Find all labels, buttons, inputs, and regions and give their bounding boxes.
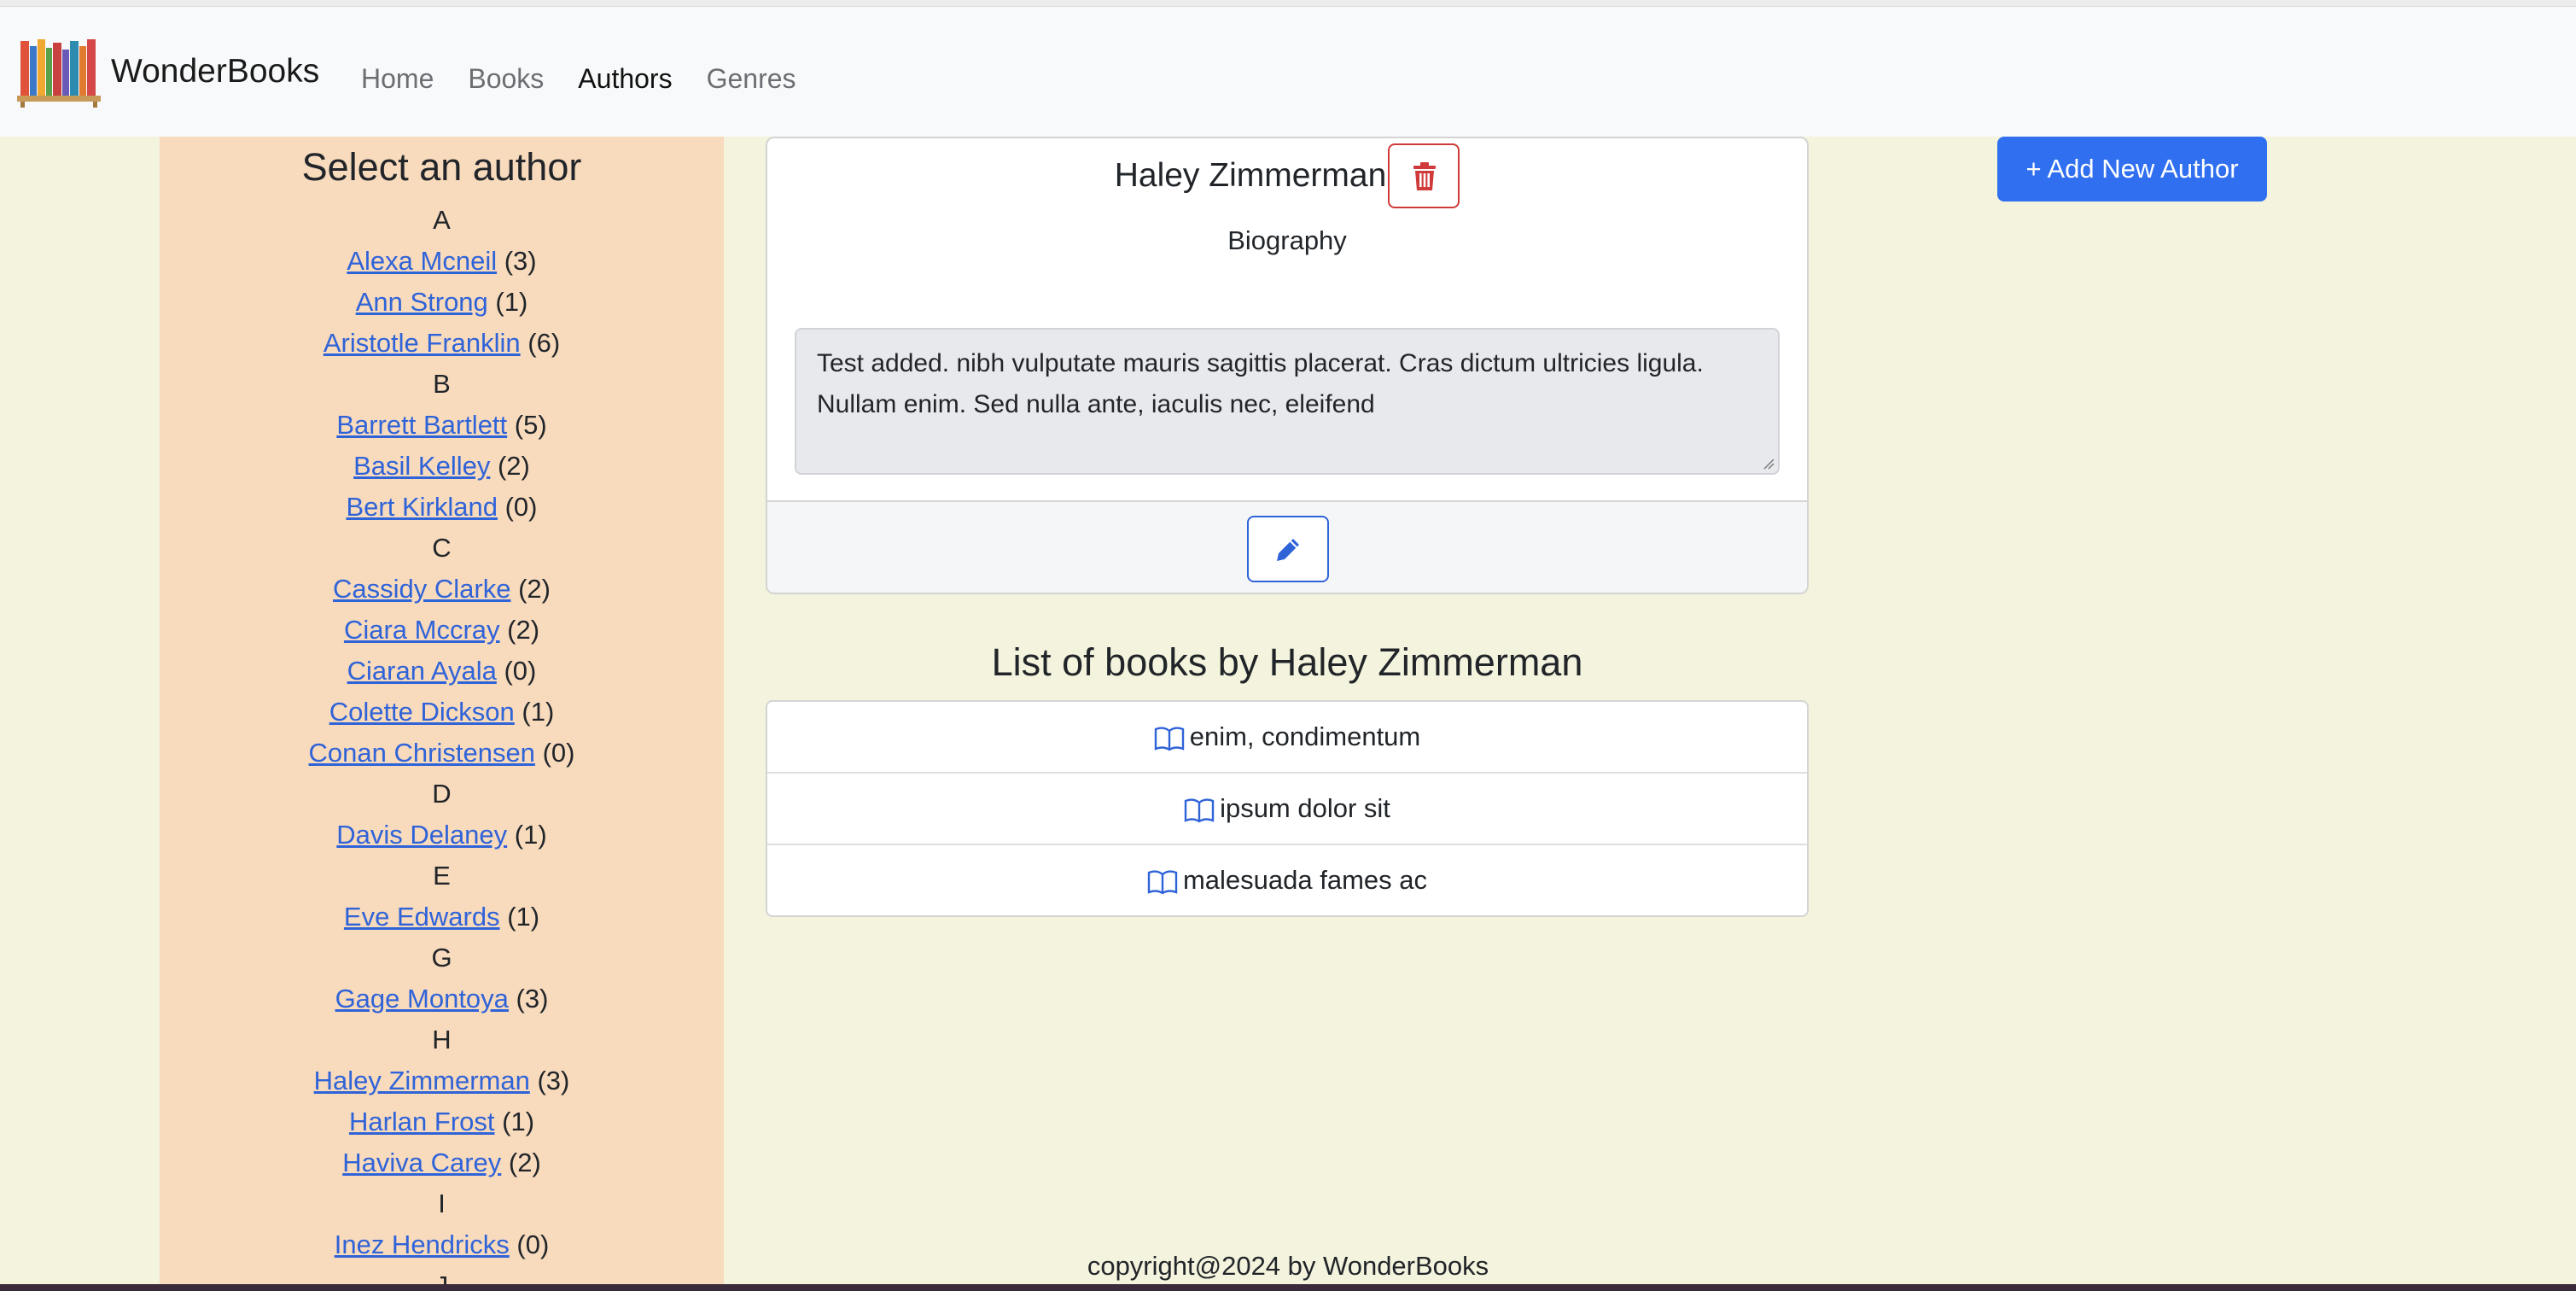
author-row: Eve Edwards (1)	[160, 897, 724, 938]
book-title: enim, condimentum	[1189, 721, 1421, 751]
author-row: Haviva Carey (2)	[160, 1142, 724, 1183]
author-link[interactable]: Barrett Bartlett	[336, 410, 507, 440]
navbar: WonderBooks Home Books Authors Genres	[0, 7, 2576, 137]
book-count: (1)	[502, 1107, 535, 1136]
delete-author-button[interactable]	[1388, 143, 1460, 208]
author-row: Davis Delaney (1)	[160, 815, 724, 856]
book-count: (3)	[516, 984, 549, 1014]
sidebar-title: Select an author	[301, 145, 582, 189]
open-book-icon	[1184, 798, 1215, 823]
author-link[interactable]: Harlan Frost	[349, 1107, 495, 1136]
author-row: Alexa Mcneil (3)	[160, 241, 724, 282]
add-new-author-button[interactable]: + Add New Author	[1997, 137, 2267, 202]
author-card: Haley Zimmerman Biography Test added. ni…	[766, 137, 1809, 594]
book-count: (5)	[514, 410, 547, 440]
nav-authors[interactable]: Authors	[578, 56, 672, 101]
author-row: Gage Montoya (3)	[160, 978, 724, 1019]
author-row: Barrett Bartlett (5)	[160, 405, 724, 446]
author-link[interactable]: Ciaran Ayala	[347, 656, 497, 686]
trash-icon	[1413, 162, 1437, 190]
window-top-edge	[0, 0, 2576, 7]
author-link[interactable]: Bert Kirkland	[347, 492, 498, 522]
card-header: Haley Zimmerman	[767, 143, 1807, 208]
author-link[interactable]: Haviva Carey	[342, 1148, 501, 1177]
letter-heading: C	[432, 533, 452, 563]
author-row: Ann Strong (1)	[160, 282, 724, 323]
book-count: (3)	[504, 246, 537, 276]
author-row: Bert Kirkland (0)	[160, 487, 724, 528]
author-link[interactable]: Ann Strong	[356, 287, 488, 317]
author-link[interactable]: Cassidy Clarke	[333, 574, 510, 604]
author-name: Haley Zimmerman	[1114, 157, 1387, 194]
book-count: (1)	[507, 902, 540, 932]
letter-heading: D	[432, 779, 452, 809]
bookshelf-logo-icon	[17, 39, 101, 108]
author-sidebar: Select an author A Alexa Mcneil (3) Ann …	[160, 137, 724, 1291]
open-book-icon	[1147, 870, 1178, 895]
book-item[interactable]: malesuada fames ac	[767, 845, 1807, 915]
author-row: Cassidy Clarke (2)	[160, 569, 724, 610]
pencil-icon	[1277, 539, 1299, 561]
author-row: Basil Kelley (2)	[160, 446, 724, 487]
author-link[interactable]: Aristotle Franklin	[323, 328, 521, 358]
author-row: Harlan Frost (1)	[160, 1101, 724, 1142]
biography-textarea[interactable]: Test added. nibh vulputate mauris sagitt…	[795, 328, 1780, 475]
letter-heading: E	[433, 861, 451, 891]
brand[interactable]: WonderBooks	[15, 36, 319, 108]
book-count: (0)	[504, 656, 537, 686]
letter-heading: A	[433, 205, 451, 235]
letter-heading: I	[438, 1189, 446, 1218]
open-book-icon	[1154, 727, 1184, 751]
books-list-title: List of books by Haley Zimmerman	[991, 640, 1583, 684]
author-link[interactable]: Basil Kelley	[353, 451, 490, 481]
book-count: (2)	[497, 451, 530, 481]
brand-name: WonderBooks	[111, 53, 320, 90]
book-count: (1)	[522, 697, 555, 727]
letter-heading: B	[433, 369, 451, 399]
author-link[interactable]: Ciara Mccray	[344, 615, 500, 645]
book-count: (2)	[508, 1148, 541, 1177]
footer-copyright: copyright@2024 by WonderBooks	[1087, 1251, 1489, 1281]
book-title: ipsum dolor sit	[1220, 793, 1390, 823]
letter-heading: G	[431, 943, 452, 973]
letter-heading: H	[432, 1025, 452, 1054]
author-row: Colette Dickson (1)	[160, 692, 724, 733]
book-item[interactable]: ipsum dolor sit	[767, 774, 1807, 845]
window-bottom-edge	[0, 1284, 2576, 1291]
author-link[interactable]: Davis Delaney	[336, 820, 507, 850]
nav-links: Home Books Authors Genres	[361, 56, 830, 101]
book-count: (2)	[507, 615, 540, 645]
author-link[interactable]: Gage Montoya	[335, 984, 509, 1014]
biography-text: Test added. nibh vulputate mauris sagitt…	[817, 349, 1704, 418]
nav-books[interactable]: Books	[468, 56, 544, 101]
author-link[interactable]: Conan Christensen	[309, 738, 535, 768]
author-link[interactable]: Eve Edwards	[344, 902, 500, 932]
nav-home[interactable]: Home	[361, 56, 434, 101]
nav-genres[interactable]: Genres	[707, 56, 796, 101]
author-row: Haley Zimmerman (3)	[160, 1060, 724, 1101]
author-row: Conan Christensen (0)	[160, 733, 724, 774]
edit-biography-button[interactable]	[1247, 516, 1329, 582]
book-list: enim, condimentum ipsum dolor sit malesu…	[766, 700, 1809, 917]
book-count: (0)	[542, 738, 575, 768]
author-link[interactable]: Haley Zimmerman	[314, 1066, 530, 1095]
book-count: (3)	[537, 1066, 570, 1095]
author-list: A Alexa Mcneil (3) Ann Strong (1) Aristo…	[160, 200, 724, 1291]
book-count: (1)	[514, 820, 547, 850]
book-count: (0)	[504, 492, 538, 522]
card-footer	[767, 500, 1807, 593]
author-row: Aristotle Franklin (6)	[160, 323, 724, 364]
book-title: malesuada fames ac	[1182, 865, 1428, 895]
book-count: (6)	[527, 328, 561, 358]
resize-grip-icon[interactable]	[1761, 456, 1775, 470]
book-count: (1)	[495, 287, 528, 317]
book-item[interactable]: enim, condimentum	[767, 702, 1807, 774]
author-link[interactable]: Alexa Mcneil	[347, 246, 497, 276]
author-link[interactable]: Colette Dickson	[329, 697, 515, 727]
book-count: (2)	[518, 574, 551, 604]
biography-label: Biography	[1227, 225, 1347, 255]
author-row: Ciaran Ayala (0)	[160, 651, 724, 692]
author-row: Ciara Mccray (2)	[160, 610, 724, 651]
